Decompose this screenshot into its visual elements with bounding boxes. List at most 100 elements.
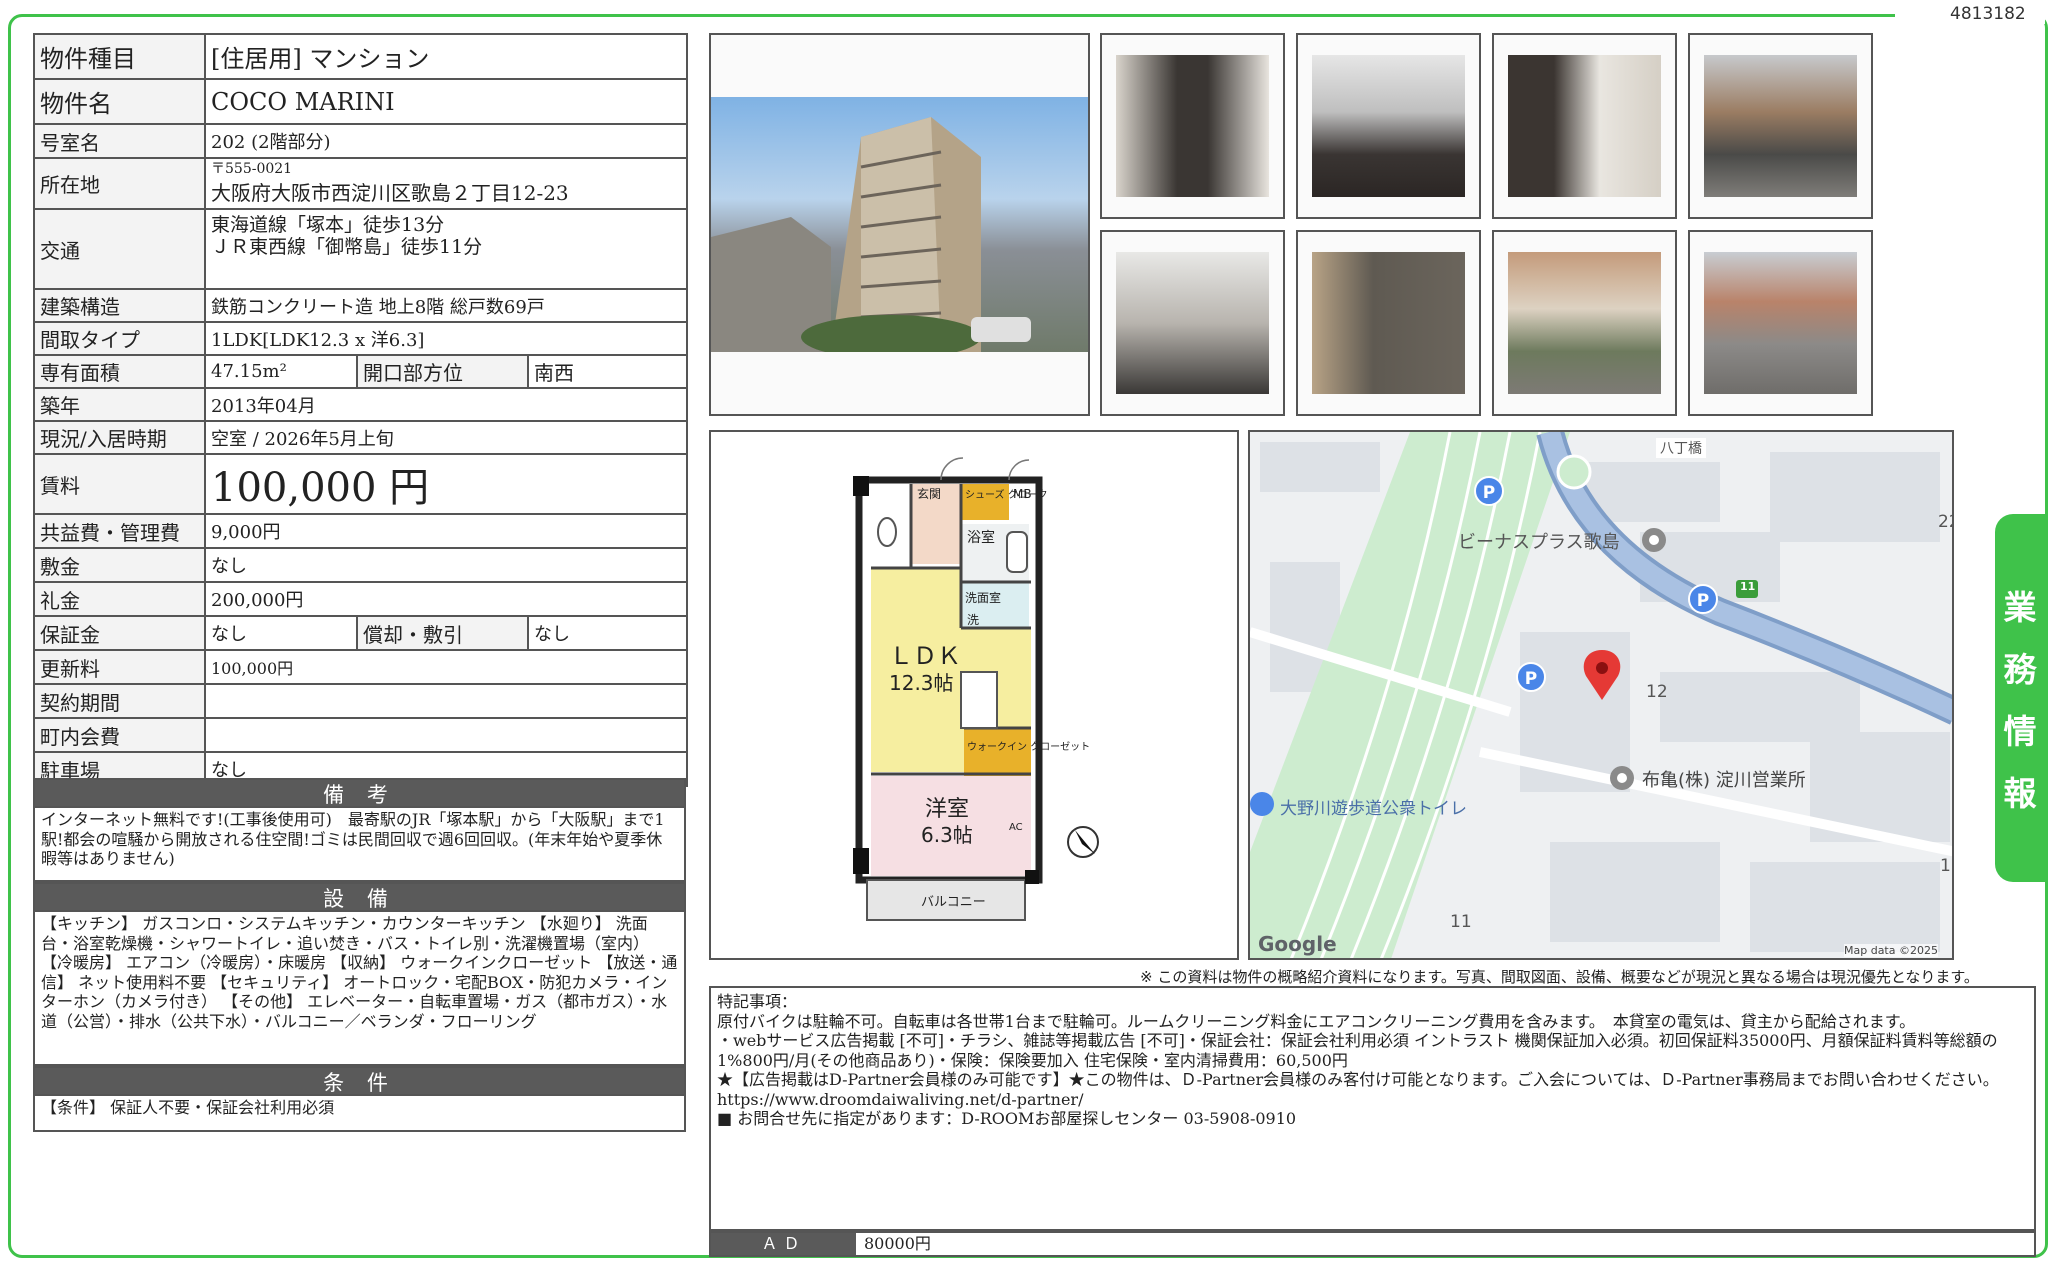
map-label-hacchobashi: 八丁橋 — [1656, 438, 1706, 458]
route-number: 11 — [1740, 580, 1756, 593]
status-label: 現況/入居時期 — [33, 420, 206, 455]
area-label: 専有面積 — [33, 354, 206, 389]
notes-line: ・webサービス広告掲載 [不可]・チラシ、雑誌等掲載広告 [不可]・保証会社：… — [717, 1031, 1998, 1070]
shoes-closet-label: シューズ クローク — [965, 488, 1048, 501]
type-label: 物件種目 — [33, 33, 206, 80]
access-line: ＪＲ東西線「御幣島」徒歩11分 — [211, 236, 483, 258]
map-block-number: 22 — [1938, 512, 1952, 532]
notes-title: 特記事項： — [717, 992, 798, 1011]
bath-label: 浴室 — [967, 529, 995, 546]
layout-label: 間取タイプ — [33, 321, 206, 356]
rent-value: 100,000 円 — [203, 453, 689, 515]
special-notes: 特記事項： 原付バイクは駐輪不可。自転車は各世帯1台まで駐輪可。ルームクリーニン… — [709, 986, 2036, 1231]
disclaimer: ※ この資料は物件の概略紹介資料になります。写真、間取図面、設備、概要などが現況… — [1140, 968, 1979, 986]
map-label-toilet: 大野川遊歩道公衆トイレ — [1280, 799, 1467, 819]
zip-code: 〒555-0021 — [211, 161, 293, 177]
keymoney-value: 200,000円 — [203, 581, 689, 617]
location-map[interactable]: P P P 八丁橋 ビーナスプラス歌島 布亀(株) 淀川営業所 大野川遊歩道公衆… — [1248, 430, 1954, 960]
access-label: 交通 — [33, 208, 206, 290]
built-value: 2013年04月 — [203, 387, 689, 422]
map-label-venus: ビーナスプラス歌島 — [1458, 532, 1620, 553]
parking-lot-photo[interactable] — [1688, 230, 1873, 416]
ldk-label: ＬＤＫ — [889, 642, 961, 670]
rent-label: 賃料 — [33, 453, 206, 515]
address-value: 大阪府大阪市西淀川区歌島２丁目12-23 — [211, 181, 569, 205]
building-exterior-photo[interactable] — [709, 33, 1090, 416]
structure-label: 建築構造 — [33, 288, 206, 323]
address-cell: 〒555-0021 大阪府大阪市西淀川区歌島２丁目12-23 — [203, 157, 689, 210]
laundry-label: 洗 — [967, 613, 979, 627]
amortization-value: なし — [526, 615, 689, 651]
renewal-label: 更新料 — [33, 649, 206, 685]
business-info-tab[interactable]: 業 務 情 報 — [1995, 514, 2045, 882]
facilities-heading: 設 備 — [33, 882, 686, 912]
address-label: 所在地 — [33, 157, 206, 210]
built-label: 築年 — [33, 387, 206, 422]
community-fee-value — [203, 717, 689, 753]
facing-value: 南西 — [526, 354, 689, 389]
conditions-heading: 条 件 — [33, 1066, 686, 1096]
property-info-table: 物件種目 [住居用] マンション 物件名 COCO MARINI 号室名 202… — [33, 33, 689, 787]
notes-line: 原付バイクは駐輪不可。自転車は各世帯1台まで駐輪可。ルームクリーニング料金にエア… — [717, 1011, 1916, 1031]
map-block-number: 10 — [1940, 856, 1952, 876]
parking-pin[interactable]: P — [1688, 584, 1718, 614]
structure-value: 鉄筋コンクリート造 地上8階 総戸数69戸 — [203, 288, 689, 323]
entrance-exterior-photo[interactable] — [1492, 230, 1677, 416]
ad-label: ＡＤ — [711, 1233, 856, 1255]
facilities-text: 【キッチン】 ガスコンロ・システムキッチン・カウンターキッチン 【水廻り】 洗面… — [33, 912, 686, 1066]
western-room-label: 洋室 — [925, 797, 969, 822]
fee-value: 9,000円 — [203, 513, 689, 549]
ldk-size-label: 12.3帖 — [889, 671, 954, 695]
deposit-label: 敷金 — [33, 547, 206, 583]
western-room-size-label: 6.3帖 — [921, 823, 973, 847]
parking-pin[interactable]: P — [1516, 662, 1546, 692]
facing-label: 開口部方位 — [356, 354, 529, 389]
entrance-hall-photo[interactable] — [1100, 230, 1285, 416]
floor-plan[interactable]: 玄関 シューズ クローク MB 浴室 洗面室 洗 ＬＤＫ 12.3帖 ウォークイ… — [709, 430, 1239, 960]
bicycle-parking-photo[interactable] — [1688, 33, 1873, 219]
google-logo: Google — [1258, 932, 1337, 956]
status-value: 空室 / 2026年5月上旬 — [203, 420, 689, 455]
notes-line: ■ お問合せ先に指定があります：D-ROOMお部屋探しセンター 03-5908-… — [717, 1109, 1297, 1128]
name-label: 物件名 — [33, 78, 206, 125]
keymoney-label: 礼金 — [33, 581, 206, 617]
floor-plan-drawing: 玄関 シューズ クローク MB 浴室 洗面室 洗 ＬＤＫ 12.3帖 ウォークイ… — [853, 457, 1099, 921]
map-attribution: Map data ©2025 — [1844, 944, 1938, 957]
amortization-label: 償却・敷引 — [356, 615, 529, 651]
genkan-label: 玄関 — [917, 486, 941, 501]
guarantee-label: 保証金 — [33, 615, 206, 651]
interior-photo-1[interactable] — [1100, 33, 1285, 219]
deposit-value: なし — [203, 547, 689, 583]
contract-label: 契約期間 — [33, 683, 206, 719]
notes-line: ★【広告掲載はD-Partner会員様のみ可能です】★この物件は、Ｄ-Partn… — [717, 1070, 1999, 1109]
kitchen-photo[interactable] — [1296, 33, 1481, 219]
compass-icon — [1067, 826, 1099, 858]
balcony-label: バルコニー — [921, 895, 986, 910]
renewal-value: 100,000円 — [203, 649, 689, 685]
name-value: COCO MARINI — [203, 78, 689, 125]
type-value: [住居用] マンション — [203, 33, 689, 80]
map-block-number: 12 — [1646, 682, 1668, 702]
remarks-text: インターネット無料です!(工事後使用可) 最寄駅のJR「塚本駅」から「大阪駅」ま… — [33, 808, 686, 882]
access-cell: 東海道線「塚本」徒歩13分 ＪＲ東西線「御幣島」徒歩11分 — [203, 208, 689, 290]
community-fee-label: 町内会費 — [33, 717, 206, 753]
ad-row: ＡＤ 80000円 — [709, 1231, 2036, 1257]
parking-pin[interactable]: P — [1474, 476, 1504, 506]
mb-label: MB — [1013, 487, 1032, 501]
mailbox-photo[interactable] — [1296, 230, 1481, 416]
conditions-text: 【条件】 保証人不要・保証会社利用必須 — [33, 1096, 686, 1132]
area-value: 47.15m² — [204, 354, 358, 389]
document-id: 4813182 — [1950, 4, 2026, 24]
contract-value — [203, 683, 689, 719]
map-label-nunokame: 布亀(株) 淀川営業所 — [1642, 770, 1806, 791]
building-icon — [711, 117, 1031, 352]
guarantee-value: なし — [204, 615, 358, 651]
layout-value: 1LDK[LDK12.3 x 洋6.3] — [203, 321, 689, 356]
bathroom-photo[interactable] — [1492, 33, 1677, 219]
wic-label: ウォークイン クローゼット — [967, 741, 1090, 753]
fee-label: 共益費・管理費 — [33, 513, 206, 549]
access-line: 東海道線「塚本」徒歩13分 — [211, 214, 445, 236]
room-label: 号室名 — [33, 123, 206, 159]
room-value: 202 (2階部分) — [203, 123, 689, 159]
washroom-label: 洗面室 — [965, 590, 1001, 605]
